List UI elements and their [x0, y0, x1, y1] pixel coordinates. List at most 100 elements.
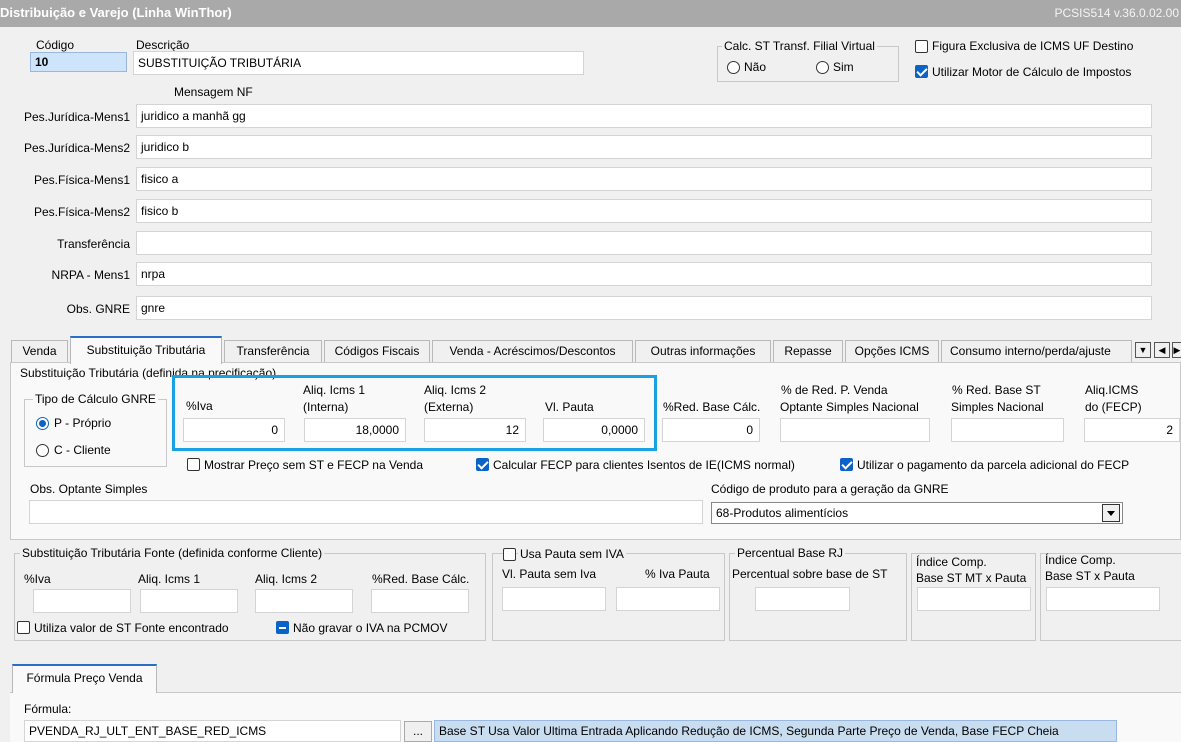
tab-scroll-down-icon[interactable]: ▼ [1135, 342, 1151, 358]
calcular-fecp-label: Calcular FECP para clientes Isentos de I… [493, 458, 795, 472]
mensagem-nf-label: Mensagem NF [174, 85, 253, 99]
aliq2-label-2: (Externa) [424, 400, 474, 414]
descricao-field[interactable]: SUBSTITUIÇÃO TRIBUTÁRIA [133, 51, 584, 75]
mostrar-preco-checkbox[interactable] [187, 458, 200, 471]
msg-label: Pes.Física-Mens1 [33, 173, 130, 187]
radio-tipo-p-label: P - Próprio [54, 416, 112, 430]
title-bar: Distribuição e Varejo (Linha WinThor) PC… [0, 0, 1181, 27]
msg-field[interactable] [136, 231, 1152, 255]
fonte-red-label: %Red. Base Cálc. [372, 572, 470, 586]
iva-field[interactable]: 0 [183, 418, 285, 442]
vl-pauta-sem-iva-field[interactable] [502, 587, 606, 611]
msg-label: NRPA - Mens1 [51, 268, 130, 282]
tab-transferencia[interactable]: Transferência [224, 340, 322, 363]
indice-label-2: Base ST x Pauta [1045, 569, 1135, 583]
tab-codigos-fiscais[interactable]: Códigos Fiscais [324, 340, 430, 363]
cod-gnre-dropdown-icon[interactable] [1102, 504, 1120, 522]
indice-mt-label-2: Base ST MT x Pauta [916, 571, 1027, 585]
red-st-label-1: % Red. Base ST [952, 383, 1041, 397]
msg-label: Pes.Física-Mens2 [33, 205, 130, 219]
indice-field[interactable] [1046, 587, 1160, 611]
tab-consumo-interno[interactable]: Consumo interno/perda/ajuste [941, 340, 1132, 363]
cod-gnre-select[interactable]: 68-Produtos alimentícios [711, 502, 1123, 524]
red-pvenda-field[interactable] [780, 418, 930, 442]
red-base-label: %Red. Base Cálc. [663, 400, 761, 414]
codigo-label: Código [36, 38, 75, 52]
version-label: PCSIS514 v.36.0.02.00 [1054, 6, 1179, 20]
msg-field[interactable]: nrpa [136, 262, 1152, 286]
utiliza-valor-checkbox[interactable] [17, 621, 30, 634]
cod-gnre-value: 68-Produtos alimentícios [716, 506, 849, 520]
msg-label: Pes.Jurídica-Mens2 [23, 141, 130, 155]
nao-gravar-label: Não gravar o IVA na PCMOV [293, 621, 448, 635]
utilizar-pagamento-checkbox[interactable] [840, 458, 853, 471]
formula-label: Fórmula: [24, 702, 72, 716]
codigo-field[interactable]: 10 [30, 52, 127, 72]
mostrar-preco-label: Mostrar Preço sem ST e FECP na Venda [204, 458, 423, 472]
red-st-field[interactable] [951, 418, 1064, 442]
aliq2-field[interactable]: 12 [424, 418, 526, 442]
radio-nao[interactable] [727, 61, 740, 74]
radio-tipo-p[interactable] [36, 417, 49, 430]
tab-substituicao-tributaria[interactable]: Substituição Tributária [70, 336, 222, 364]
msg-label: Transferência [57, 237, 130, 251]
pauta-field[interactable]: 0,0000 [543, 418, 645, 442]
aliq2-label-1: Aliq. Icms 2 [424, 383, 487, 397]
aliq-fecp-field[interactable]: 2 [1084, 418, 1180, 442]
utilizar-motor-checkbox[interactable] [915, 65, 928, 78]
tab-opcoes-icms[interactable]: Opções ICMS [845, 340, 939, 363]
msg-field[interactable]: juridico a manhã gg [136, 104, 1152, 128]
radio-tipo-c[interactable] [36, 444, 49, 457]
fonte-iva-field[interactable] [33, 589, 131, 613]
st-fonte-title: Substituição Tributária Fonte (definida … [20, 546, 325, 560]
utilizar-motor-label: Utilizar Motor de Cálculo de Impostos [932, 65, 1132, 79]
tab-outras-informacoes[interactable]: Outras informações [635, 340, 771, 363]
fonte-aliq2-field[interactable] [255, 589, 353, 613]
tab-formula-preco-venda[interactable]: Fórmula Preço Venda [12, 664, 157, 693]
calc-st-group-title: Calc. ST Transf. Filial Virtual [722, 39, 877, 53]
nao-gravar-checkbox[interactable] [276, 621, 289, 634]
window-title: Distribuição e Varejo (Linha WinThor) [0, 5, 232, 20]
obs-optante-field[interactable] [29, 500, 703, 524]
cod-gnre-label: Código de produto para a geração da GNRE [711, 482, 949, 496]
utiliza-valor-label: Utiliza valor de ST Fonte encontrado [34, 621, 229, 635]
aliq1-field[interactable]: 18,0000 [304, 418, 406, 442]
msg-field[interactable]: juridico b [136, 135, 1152, 159]
msg-label: Pes.Jurídica-Mens1 [23, 110, 130, 124]
radio-sim[interactable] [816, 61, 829, 74]
perc-rj-field[interactable] [755, 587, 850, 611]
tab-venda[interactable]: Venda [11, 340, 68, 363]
descricao-label: Descrição [136, 38, 190, 52]
red-pvenda-label-1: % de Red. P. Venda [781, 383, 888, 397]
aliq1-label-2: (Interna) [303, 400, 349, 414]
iva-pauta-field[interactable] [616, 587, 720, 611]
red-st-label-2: Simples Nacional [951, 400, 1044, 414]
formula-browse-button[interactable]: ... [404, 721, 432, 742]
tab-scroll-right-icon[interactable]: ▶ [1172, 342, 1181, 358]
iva-label: %Iva [186, 399, 213, 413]
indice-mt-field[interactable] [917, 587, 1031, 611]
aliq1-label-1: Aliq. Icms 1 [303, 383, 366, 397]
radio-sim-label: Sim [833, 60, 854, 74]
tipo-calculo-title: Tipo de Cálculo GNRE [33, 392, 158, 406]
tab-scroll-left-icon[interactable]: ◀ [1154, 342, 1170, 358]
indice-mt-label-1: Índice Comp. [916, 555, 987, 569]
figura-exclusiva-label: Figura Exclusiva de ICMS UF Destino [932, 39, 1134, 53]
usa-pauta-checkbox[interactable] [503, 548, 516, 561]
red-base-field[interactable]: 0 [662, 418, 760, 442]
formula-field[interactable]: PVENDA_RJ_ULT_ENT_BASE_RED_ICMS [24, 720, 401, 742]
perc-rj-title: Percentual Base RJ [735, 546, 846, 560]
tab-repasse[interactable]: Repasse [773, 340, 843, 363]
fonte-red-field[interactable] [371, 589, 469, 613]
msg-field[interactable]: fisico a [136, 167, 1152, 191]
calcular-fecp-checkbox[interactable] [476, 458, 489, 471]
fonte-aliq1-field[interactable] [140, 589, 238, 613]
msg-field[interactable]: fisico b [136, 199, 1152, 223]
tab-venda-acrescimos[interactable]: Venda - Acréscimos/Descontos [432, 340, 633, 363]
radio-tipo-c-label: C - Cliente [54, 443, 111, 457]
msg-field[interactable]: gnre [136, 296, 1152, 320]
red-pvenda-label-2: Optante Simples Nacional [780, 400, 919, 414]
radio-nao-label: Não [744, 60, 767, 74]
pauta-label: Vl. Pauta [545, 400, 594, 414]
figura-exclusiva-checkbox[interactable] [915, 40, 928, 53]
